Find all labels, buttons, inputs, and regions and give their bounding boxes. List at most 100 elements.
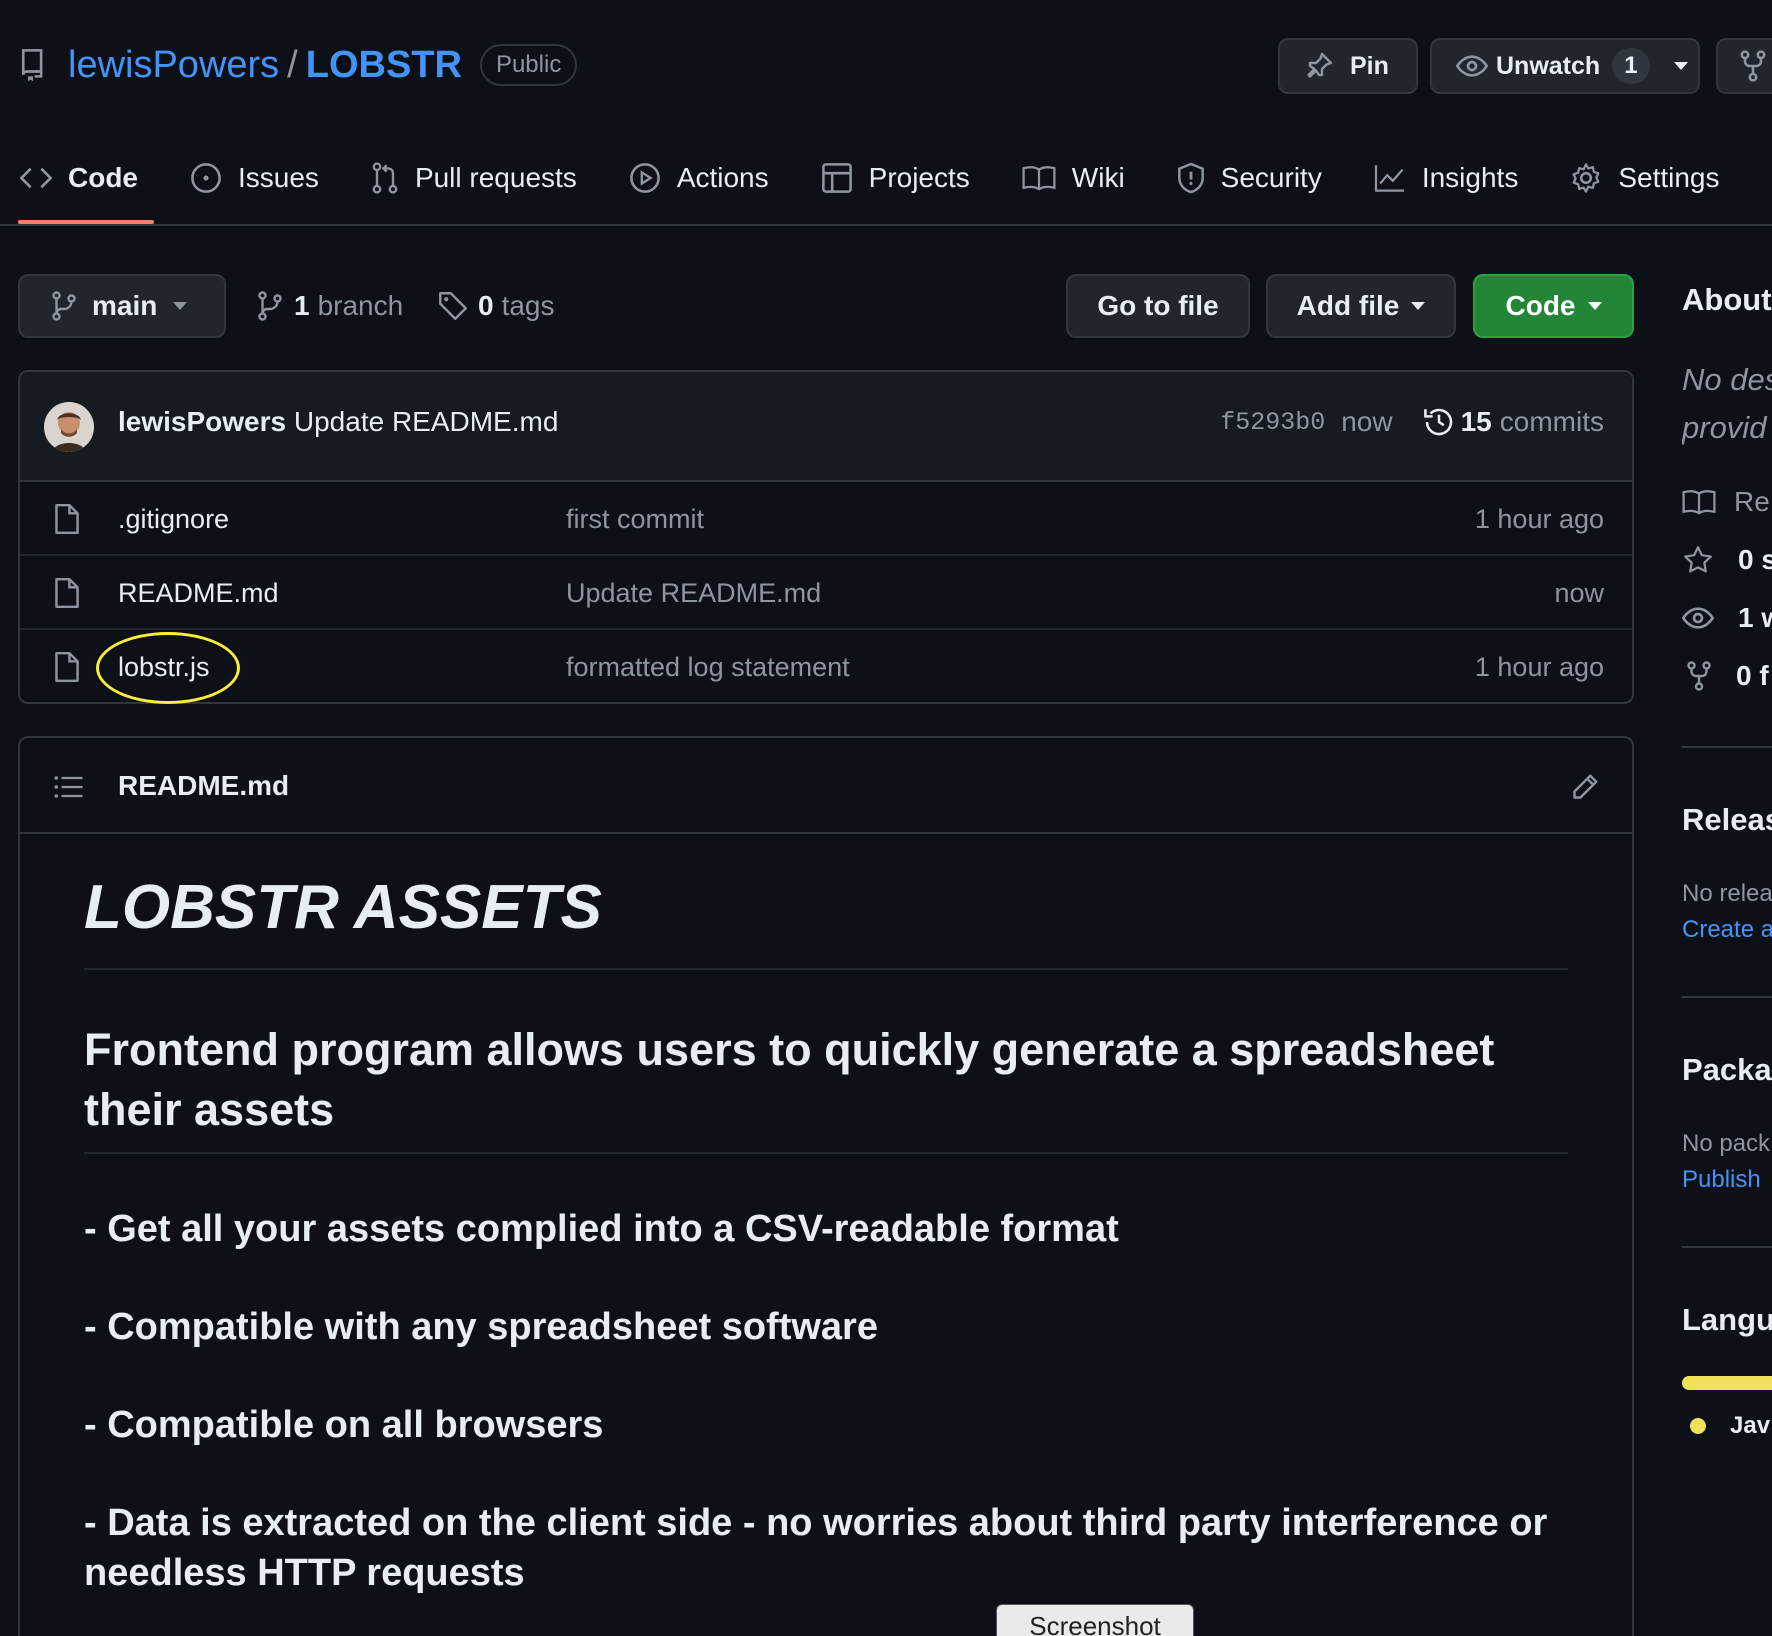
- sidebar-divider: [1682, 1246, 1772, 1248]
- readme-filename[interactable]: README.md: [118, 770, 289, 802]
- feature-item: - Compatible on all browsers: [84, 1404, 604, 1446]
- file-name-link[interactable]: README.md: [118, 578, 279, 609]
- play-icon: [629, 162, 661, 194]
- file-row[interactable]: lobstr.js formatted log statement 1 hour…: [20, 630, 1632, 704]
- file-commit-message[interactable]: Update README.md: [566, 578, 821, 609]
- forks-link[interactable]: 0 f: [1682, 660, 1769, 692]
- repo-separator: /: [287, 43, 298, 86]
- file-commit-time: 1 hour ago: [1474, 504, 1604, 534]
- forks-count: 0 f: [1736, 660, 1769, 691]
- tab-pull-requests[interactable]: Pull requests: [371, 148, 577, 208]
- description-line1: No des: [1682, 362, 1772, 397]
- highlight-ellipse: [96, 632, 240, 704]
- watch-count: 1: [1612, 48, 1650, 84]
- about-sidebar: About No des provid Re 0 s 1 w 0 f Relea…: [1682, 0, 1772, 1636]
- repo-title: lewisPowers / LOBSTR Public: [20, 40, 578, 90]
- packages-heading[interactable]: Packa: [1682, 1052, 1772, 1088]
- tab-actions-label: Actions: [676, 162, 769, 193]
- tab-projects[interactable]: Projects: [821, 148, 970, 208]
- file-row[interactable]: .gitignore first commit 1 hour ago: [20, 482, 1632, 556]
- language-dot: [1690, 1418, 1706, 1434]
- add-file-button[interactable]: Add file: [1266, 274, 1456, 338]
- readme-link-label: Re: [1734, 486, 1770, 517]
- pin-icon: [1304, 51, 1334, 81]
- tab-insights-label: Insights: [1421, 162, 1519, 193]
- file-name-link[interactable]: .gitignore: [118, 504, 229, 535]
- feature-item-line1: - Data is extracted on the client side -…: [84, 1502, 1548, 1544]
- feature-item: - Get all your assets complied into a CS…: [84, 1208, 1119, 1250]
- file-icon: [54, 576, 80, 610]
- commit-count-word[interactable]: commits: [1500, 406, 1604, 438]
- pin-button[interactable]: Pin: [1278, 38, 1418, 94]
- shield-icon: [1177, 162, 1205, 194]
- description-line2: provid: [1682, 410, 1767, 445]
- branch-name: main: [92, 290, 158, 321]
- eye-icon: [1682, 606, 1714, 630]
- branch-count: 1: [294, 290, 310, 321]
- pull-request-icon: [371, 162, 399, 194]
- commit-time: now: [1341, 406, 1393, 437]
- repo-owner-link[interactable]: lewisPowers: [68, 44, 279, 87]
- tab-code[interactable]: Code: [18, 148, 154, 224]
- tab-wiki[interactable]: Wiki: [1022, 148, 1125, 208]
- list-icon[interactable]: [54, 774, 84, 800]
- repo-name-link[interactable]: LOBSTR: [306, 44, 462, 87]
- issue-icon: [190, 162, 222, 194]
- releases-heading[interactable]: Releas: [1682, 802, 1772, 838]
- feature-item: - Compatible with any spreadsheet softwa…: [84, 1306, 878, 1348]
- avatar[interactable]: [44, 402, 94, 452]
- eye-icon: [1456, 54, 1488, 78]
- file-icon: [54, 502, 80, 536]
- branches-link[interactable]: 1 branch: [258, 282, 403, 330]
- tab-issues[interactable]: Issues: [190, 148, 319, 208]
- heading-divider: [84, 1152, 1568, 1154]
- code-button[interactable]: Code: [1473, 274, 1634, 338]
- tab-actions[interactable]: Actions: [629, 148, 769, 208]
- watchers-link[interactable]: 1 w: [1682, 602, 1772, 634]
- file-commit-message[interactable]: formatted log statement: [566, 652, 850, 683]
- tab-projects-label: Projects: [868, 162, 970, 193]
- branch-icon: [258, 291, 282, 321]
- unwatch-button[interactable]: Unwatch 1: [1430, 38, 1700, 94]
- commit-message-link[interactable]: Update README.md: [294, 406, 559, 437]
- readme-link[interactable]: Re: [1682, 486, 1770, 518]
- chevron-down-icon: [1411, 302, 1426, 310]
- file-row[interactable]: README.md Update README.md now: [20, 556, 1632, 630]
- tag-count: 0: [478, 290, 494, 321]
- create-release-link[interactable]: Create a: [1682, 916, 1772, 944]
- tab-security-label: Security: [1220, 162, 1322, 193]
- feature-item-line2: needless HTTP requests: [84, 1552, 525, 1594]
- pencil-icon[interactable]: [1570, 772, 1600, 802]
- tag-word: tags: [501, 290, 555, 321]
- file-commit-time: now: [1554, 578, 1604, 608]
- tab-security[interactable]: Security: [1177, 148, 1322, 208]
- commit-summary: lewisPowers Update README.md: [118, 406, 558, 438]
- file-commit-message[interactable]: first commit: [566, 504, 704, 535]
- repo-header: lewisPowers / LOBSTR Public Pin Unwatch …: [0, 0, 1772, 226]
- branch-select-button[interactable]: main: [18, 274, 226, 338]
- readme-title: LOBSTR ASSETS: [84, 873, 602, 942]
- file-navigator: lewisPowers Update README.md f5293b0 now…: [18, 370, 1634, 704]
- commit-count[interactable]: 15: [1461, 406, 1492, 438]
- history-icon: [1423, 406, 1455, 438]
- chevron-down-icon: [1587, 302, 1602, 310]
- stars-link[interactable]: 0 s: [1682, 544, 1772, 576]
- go-to-file-button[interactable]: Go to file: [1066, 274, 1250, 338]
- tags-link[interactable]: 0 tags: [438, 282, 555, 330]
- readme-box: README.md LOBSTR ASSETS Frontend program…: [18, 736, 1634, 1636]
- unwatch-label: Unwatch: [1496, 51, 1601, 80]
- commit-sha[interactable]: f5293b0: [1220, 408, 1325, 437]
- sidebar-divider: [1682, 996, 1772, 998]
- language-name[interactable]: Jav: [1730, 1412, 1770, 1440]
- commit-author-link[interactable]: lewisPowers: [118, 406, 286, 437]
- publish-package-link[interactable]: Publish: [1682, 1166, 1761, 1194]
- code-icon: [20, 166, 52, 190]
- repo-tabs: Code Issues Pull requests Actions Projec…: [18, 148, 1772, 226]
- commit-meta: f5293b0 now 15 commits: [1220, 406, 1604, 438]
- graph-icon: [1374, 164, 1406, 192]
- readme-subtitle-line2: their assets: [84, 1084, 335, 1135]
- tab-insights[interactable]: Insights: [1374, 148, 1519, 208]
- book-icon: [1022, 164, 1056, 192]
- branch-icon: [52, 291, 76, 321]
- screenshot-tooltip: Screenshot: [996, 1604, 1194, 1636]
